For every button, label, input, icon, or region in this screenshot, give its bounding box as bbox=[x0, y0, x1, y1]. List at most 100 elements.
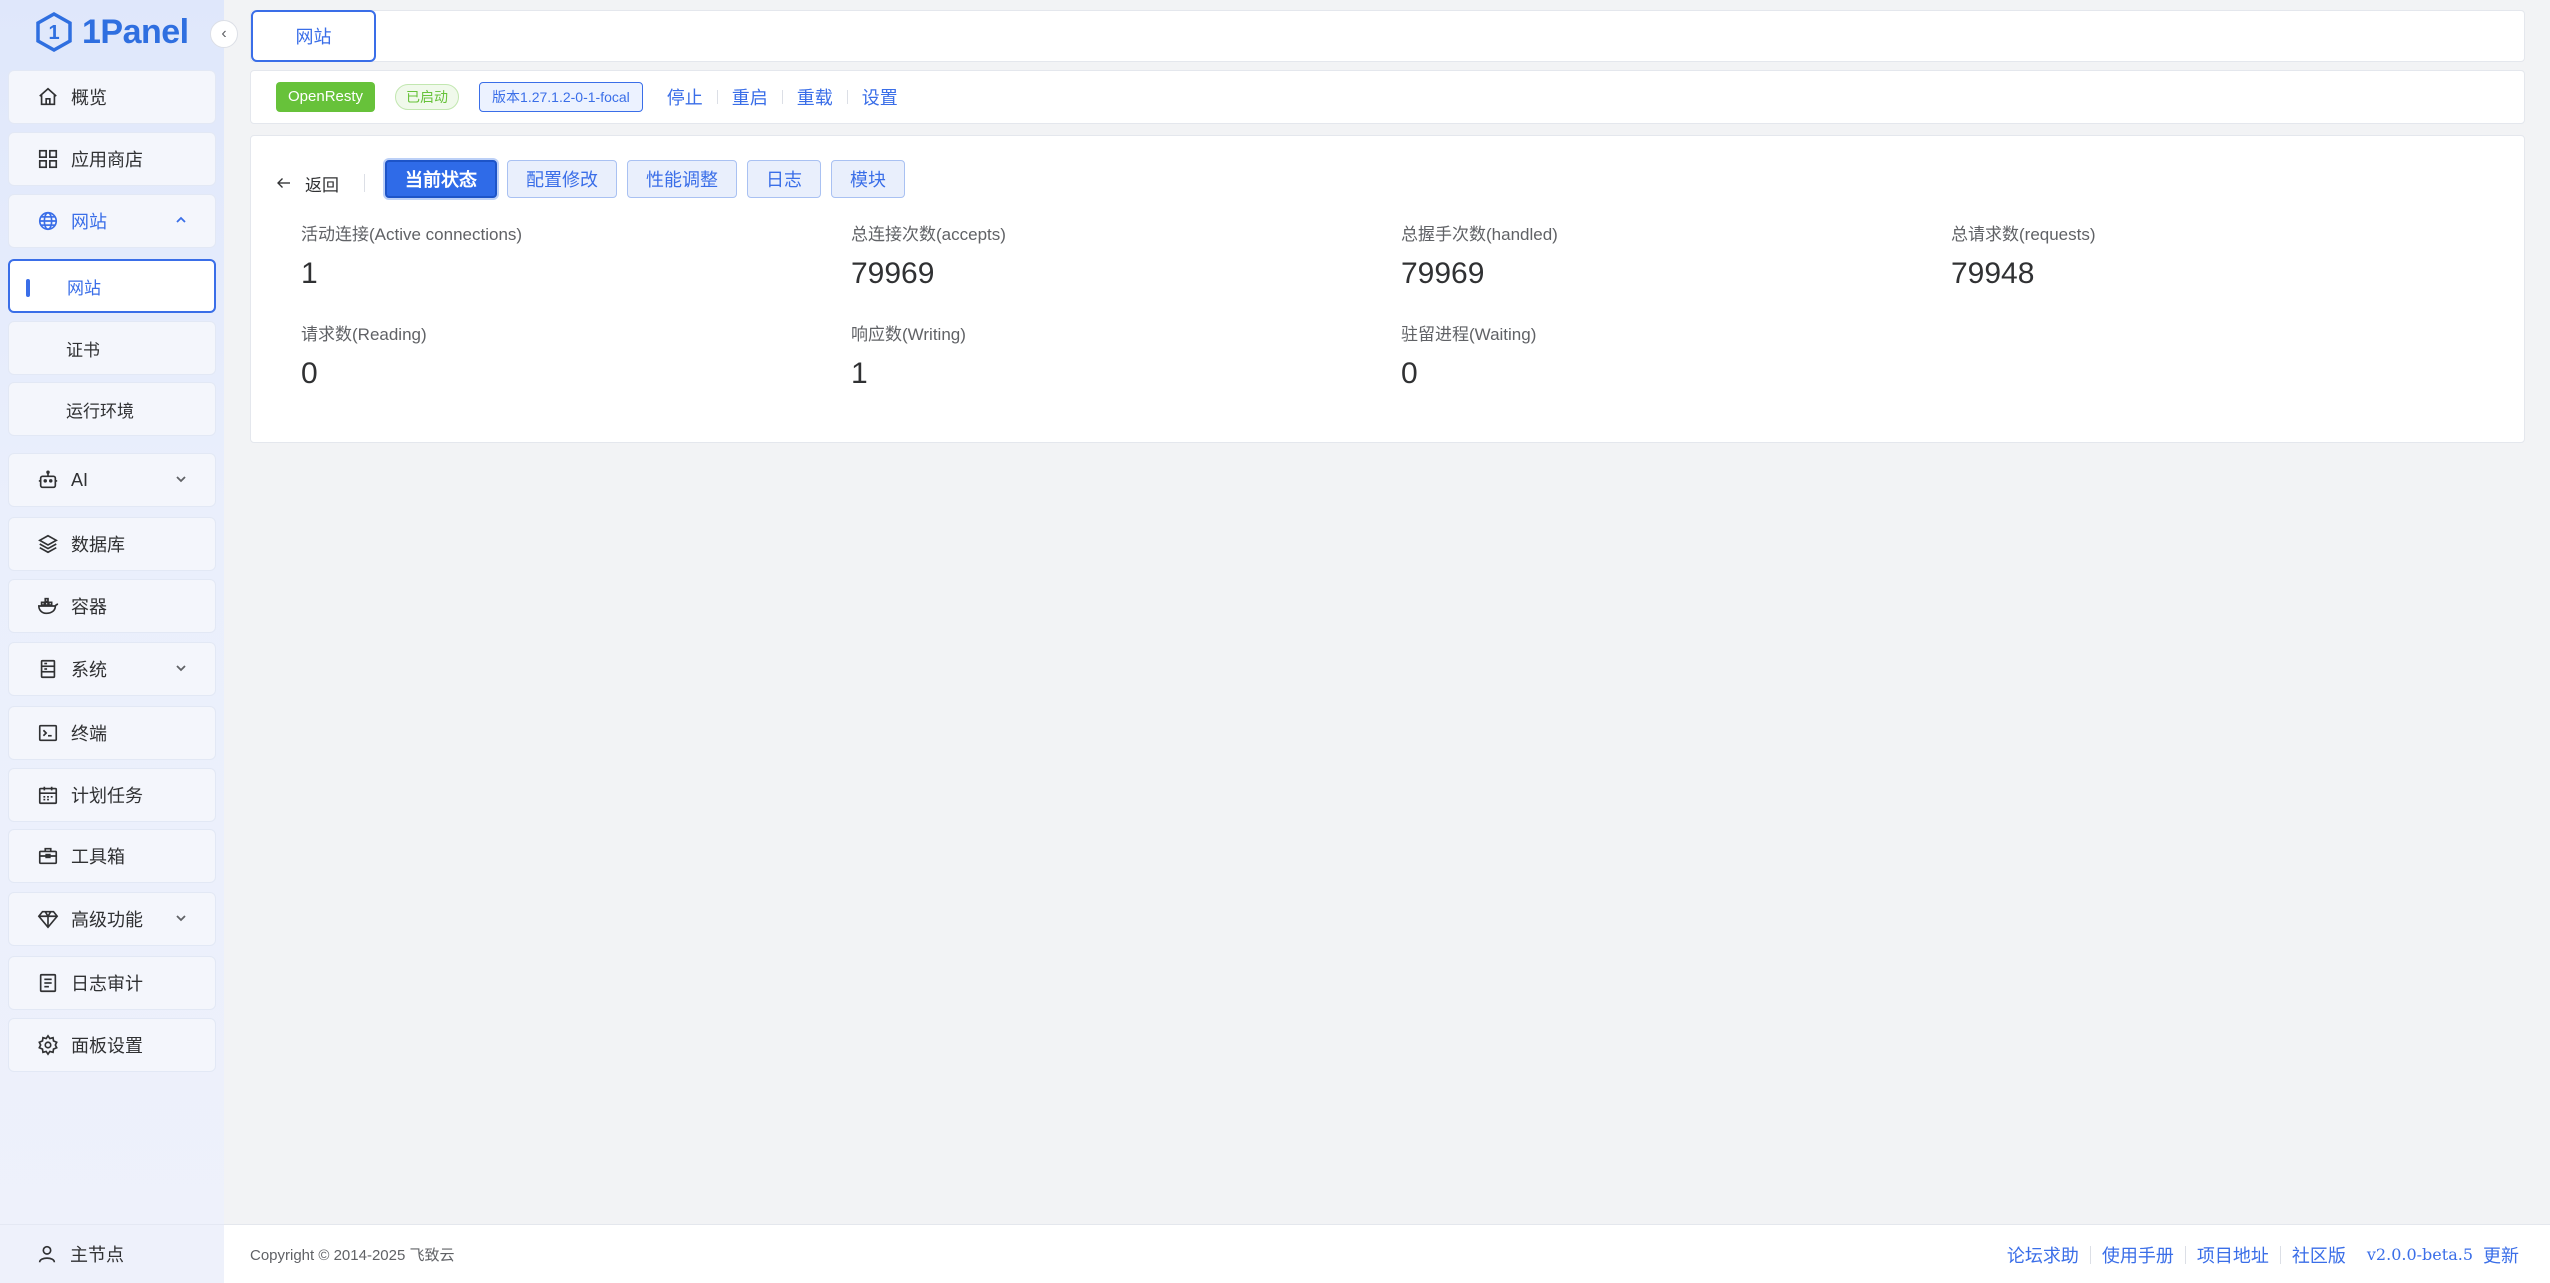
page-footer: Copyright © 2014-2025 飞致云 论坛求助 使用手册 项目地址… bbox=[224, 1224, 2550, 1283]
sidebar-item-label: AI bbox=[71, 469, 89, 490]
stat-accepts: 总连接次数(accepts) 79969 bbox=[851, 220, 1006, 291]
stat-value: 79948 bbox=[1951, 257, 2035, 290]
chevron-left-icon: ‹ bbox=[221, 25, 227, 42]
server-icon bbox=[37, 658, 59, 680]
logo-text: 1Panel bbox=[82, 12, 189, 51]
current-node[interactable]: 主节点 bbox=[0, 1224, 224, 1283]
app-name-tag: OpenResty bbox=[276, 82, 376, 112]
sidebar-item-label: 计划任务 bbox=[71, 786, 143, 806]
chevron-down-icon bbox=[173, 910, 189, 926]
tab-bar: 网站 bbox=[250, 10, 2525, 62]
logo: 1 1Panel bbox=[34, 10, 189, 54]
sidebar-item-website[interactable]: 网站 bbox=[8, 194, 216, 248]
layers-icon bbox=[37, 533, 59, 555]
back-button[interactable]: 返回 bbox=[275, 169, 339, 197]
copyright-text: Copyright © 2014-2025 飞致云 bbox=[250, 1246, 455, 1264]
divider bbox=[364, 174, 365, 192]
toolbox-icon bbox=[37, 845, 59, 867]
chevron-down-icon bbox=[173, 471, 189, 487]
forum-link[interactable]: 论坛求助 bbox=[1996, 1242, 2090, 1268]
tab-website[interactable]: 网站 bbox=[251, 10, 376, 62]
sidebar-item-label: 工具箱 bbox=[71, 847, 125, 867]
stat-reading: 请求数(Reading) 0 bbox=[301, 320, 427, 391]
diamond-icon bbox=[37, 908, 59, 930]
log-icon bbox=[37, 972, 59, 994]
tab-modules[interactable]: 模块 bbox=[831, 160, 905, 198]
sidebar-item-terminal[interactable]: 终端 bbox=[8, 706, 216, 760]
logo-hexagon-icon: 1 bbox=[36, 12, 72, 52]
sidebar-item-label: 网站 bbox=[71, 212, 107, 232]
stat-label: 总连接次数(accepts) bbox=[851, 225, 1006, 244]
stat-label: 响应数(Writing) bbox=[851, 325, 966, 344]
sidebar-item-overview[interactable]: 概览 bbox=[8, 70, 216, 124]
stat-label: 总请求数(requests) bbox=[1951, 225, 2096, 244]
tab-performance[interactable]: 性能调整 bbox=[627, 160, 737, 198]
reload-button[interactable]: 重载 bbox=[783, 84, 847, 110]
sidebar-subitem-label: 运行环境 bbox=[66, 401, 134, 421]
active-indicator bbox=[26, 279, 30, 297]
sidebar-item-panel-settings[interactable]: 面板设置 bbox=[8, 1018, 216, 1072]
user-icon bbox=[38, 1245, 56, 1263]
sidebar-item-label: 数据库 bbox=[71, 535, 125, 555]
tab-config-edit[interactable]: 配置修改 bbox=[507, 160, 617, 198]
stat-label: 总握手次数(handled) bbox=[1401, 225, 1558, 244]
tab-log[interactable]: 日志 bbox=[747, 160, 821, 198]
sidebar-item-label: 系统 bbox=[71, 660, 107, 680]
terminal-icon bbox=[37, 722, 59, 744]
stat-value: 79969 bbox=[1401, 257, 1485, 290]
sidebar-item-cron[interactable]: 计划任务 bbox=[8, 768, 216, 822]
sidebar-subitem-website[interactable]: 网站 bbox=[8, 259, 216, 313]
stat-active-connections: 活动连接(Active connections) 1 bbox=[301, 220, 522, 291]
apps-grid-icon bbox=[37, 148, 59, 170]
stat-handled: 总握手次数(handled) 79969 bbox=[1401, 220, 1558, 291]
sidebar-subitem-label: 网站 bbox=[67, 278, 101, 298]
edition-link[interactable]: 社区版 bbox=[2281, 1242, 2357, 1268]
sidebar-item-advanced[interactable]: 高级功能 bbox=[8, 892, 216, 946]
manual-link[interactable]: 使用手册 bbox=[2091, 1242, 2185, 1268]
sidebar-item-label: 高级功能 bbox=[71, 910, 143, 930]
stat-value: 1 bbox=[301, 257, 318, 290]
sidebar-item-system[interactable]: 系统 bbox=[8, 642, 216, 696]
stat-label: 请求数(Reading) bbox=[301, 325, 427, 344]
stop-button[interactable]: 停止 bbox=[653, 84, 717, 110]
stat-value: 79969 bbox=[851, 257, 935, 290]
sidebar: 1 1Panel 概览 应用商店 网站 网站 证书 运行环境 AI 数据库 容器 bbox=[0, 0, 224, 1283]
sidebar-subitem-label: 证书 bbox=[66, 340, 100, 360]
restart-button[interactable]: 重启 bbox=[718, 84, 782, 110]
status-badge: 已启动 bbox=[395, 84, 460, 110]
sidebar-subitem-certificate[interactable]: 证书 bbox=[8, 321, 216, 375]
tab-current-status[interactable]: 当前状态 bbox=[385, 160, 497, 198]
globe-icon bbox=[37, 210, 59, 232]
status-panel: 返回 当前状态 配置修改 性能调整 日志 模块 活动连接(Active conn… bbox=[250, 135, 2525, 443]
sidebar-item-label: 容器 bbox=[71, 597, 107, 617]
sidebar-subitem-runtime[interactable]: 运行环境 bbox=[8, 382, 216, 436]
settings-button[interactable]: 设置 bbox=[848, 84, 912, 110]
sidebar-item-container[interactable]: 容器 bbox=[8, 579, 216, 633]
collapse-sidebar-button[interactable]: ‹ bbox=[210, 20, 238, 48]
footer-links: 论坛求助 使用手册 项目地址 社区版 v2.0.0-beta.5 更新 bbox=[1996, 1225, 2530, 1283]
home-icon bbox=[37, 86, 59, 108]
update-link[interactable]: 更新 bbox=[2483, 1242, 2530, 1268]
arrow-left-icon bbox=[277, 178, 290, 188]
sidebar-item-label: 应用商店 bbox=[71, 150, 143, 170]
sidebar-item-ai[interactable]: AI bbox=[8, 453, 216, 507]
stat-label: 驻留进程(Waiting) bbox=[1401, 325, 1537, 344]
version-tag: 版本1.27.1.2-0-1-focal bbox=[479, 82, 643, 112]
svg-text:1: 1 bbox=[48, 22, 59, 44]
robot-icon bbox=[37, 469, 59, 491]
stat-label: 活动连接(Active connections) bbox=[301, 225, 523, 244]
sidebar-item-app-store[interactable]: 应用商店 bbox=[8, 132, 216, 186]
stat-writing: 响应数(Writing) 1 bbox=[851, 320, 966, 391]
app-actions: 停止 重启 重载 设置 bbox=[653, 84, 912, 110]
stat-value: 1 bbox=[851, 357, 868, 390]
sidebar-item-log-audit[interactable]: 日志审计 bbox=[8, 956, 216, 1010]
sidebar-item-label: 面板设置 bbox=[71, 1036, 143, 1056]
sidebar-item-label: 概览 bbox=[71, 88, 107, 108]
sidebar-item-toolbox[interactable]: 工具箱 bbox=[8, 829, 216, 883]
stat-value: 0 bbox=[301, 357, 318, 390]
panel-tabs: 当前状态 配置修改 性能调整 日志 模块 bbox=[385, 160, 905, 198]
sidebar-item-database[interactable]: 数据库 bbox=[8, 517, 216, 571]
project-link[interactable]: 项目地址 bbox=[2186, 1242, 2280, 1268]
gear-icon bbox=[37, 1034, 59, 1056]
chevron-up-icon bbox=[173, 212, 189, 228]
